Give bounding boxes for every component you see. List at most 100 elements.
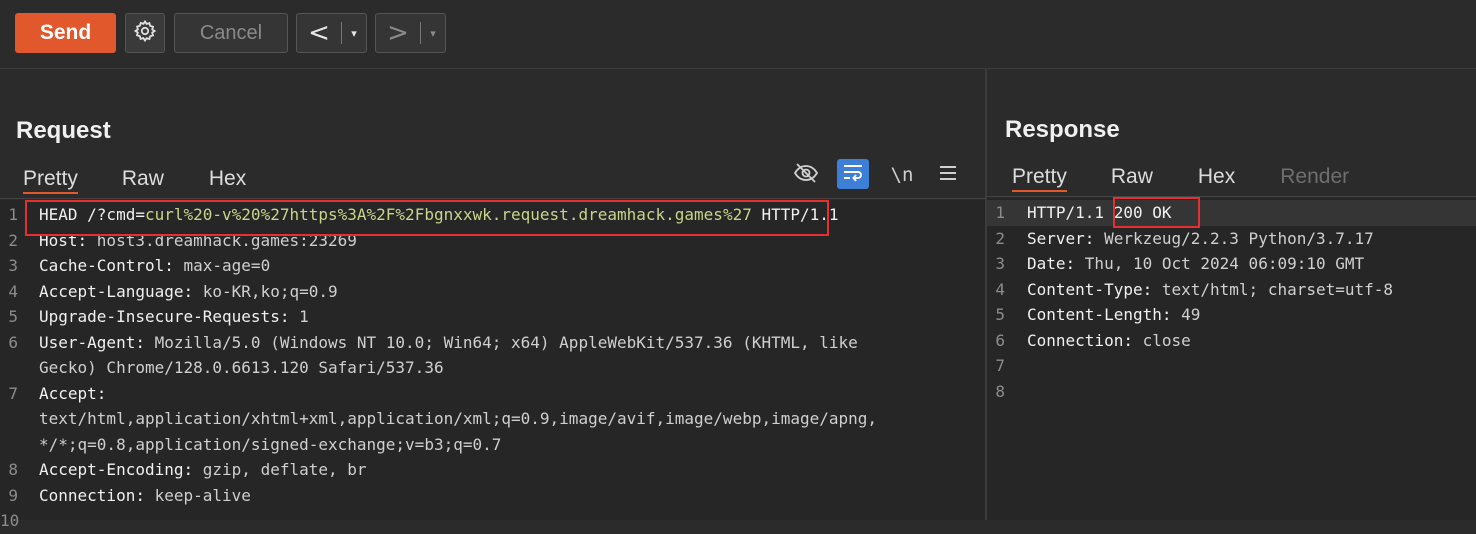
code-token: Gecko) Chrome/128.0.6613.120 Safari/537.… (39, 358, 444, 377)
line-number: 8 (995, 381, 1005, 401)
request-tabs: Pretty Raw Hex (23, 167, 246, 194)
divider (987, 196, 1476, 197)
menu-button[interactable] (933, 159, 963, 191)
code-token: User-Agent: (39, 332, 155, 352)
line-number: 9 (8, 485, 18, 505)
line-number: 3 (995, 254, 1005, 273)
response-editor[interactable]: 1 HTTP/1.1 200 OK 2 Server: Werkzeug/2.2.3 … (987, 198, 1476, 520)
code-token: curl%20-v%20%27https%3A%2F%2Fbgnxxwk.req… (144, 205, 752, 224)
code-token: HTTP/1.1 (751, 205, 839, 224)
tab-response-render[interactable]: Render (1280, 165, 1349, 192)
code-line: 1 HEAD /?cmd=curl%20-v%20%27https%3A%2F%2… (0, 202, 985, 228)
line-text: Accept-Language: ko-KR,ko;q=0.9 (39, 279, 338, 305)
back-nav-group: < ▾ (296, 13, 367, 53)
line-number (0, 355, 18, 381)
code-line: 2 Server: Werkzeug/2.2.3 Python/3.7.17 (987, 226, 1476, 252)
request-editor-tools: \n (790, 159, 970, 191)
code-line: text/html,application/xhtml+xml,applicat… (0, 406, 985, 432)
line-text: Connection: close (1027, 328, 1191, 354)
line-text: */*;q=0.8,application/signed-exchange;v=… (39, 432, 501, 458)
line-number: 7 (8, 383, 18, 403)
response-title: Response (1005, 116, 1120, 143)
request-code: 1 HEAD /?cmd=curl%20-v%20%27https%3A%2F%2… (0, 202, 985, 534)
line-text: HTTP/1.1 200 OK (1027, 200, 1172, 226)
forward-history-dropdown[interactable]: ▾ (421, 14, 445, 52)
code-token: 200 OK (1113, 203, 1172, 222)
wrap-lines-toggle[interactable] (837, 159, 869, 189)
line-number: 4 (8, 281, 18, 301)
hide-nonprintable-button[interactable] (790, 159, 822, 191)
tab-response-hex[interactable]: Hex (1198, 165, 1235, 192)
line-number: 7 (995, 356, 1005, 375)
show-newlines-toggle[interactable]: \n (887, 159, 917, 191)
code-token: close (1142, 330, 1191, 350)
tab-request-pretty[interactable]: Pretty (23, 167, 78, 194)
line-text: Accept-Encoding: gzip, deflate, br (39, 457, 367, 483)
line-text: Content-Type: text/html; charset=utf-8 (1027, 277, 1393, 303)
code-line: 5 Upgrade-Insecure-Requests: 1 (0, 304, 985, 330)
line-text: Connection: keep-alive (39, 483, 251, 509)
line-text: Gecko) Chrome/128.0.6613.120 Safari/537.… (39, 355, 444, 381)
code-token: Thu, 10 Oct 2024 06:09:10 GMT (1084, 254, 1365, 273)
code-line: 9 Connection: keep-alive (0, 483, 985, 509)
line-number: 8 (8, 460, 18, 479)
code-token: keep-alive (154, 485, 251, 505)
response-tabs: Pretty Raw Hex Render (1012, 165, 1349, 192)
code-token: text/html,application/xhtml+xml,applicat… (39, 409, 878, 428)
line-text: Content-Length: 49 (1027, 302, 1200, 328)
code-token: Host: (39, 230, 97, 250)
code-line: 7 Accept: (0, 381, 985, 407)
code-token: Upgrade-Insecure-Requests: (39, 307, 300, 326)
code-token: Connection: (39, 485, 155, 505)
code-token: Content-Length: (1027, 305, 1182, 324)
line-text: Cache-Control: max-age=0 (39, 253, 270, 279)
line-number: 1 (8, 205, 18, 224)
line-number: 5 (8, 307, 18, 326)
code-token: Werkzeug/2.2.3 Python/3.7.17 (1104, 228, 1374, 248)
request-editor[interactable]: 1 HEAD /?cmd=curl%20-v%20%27https%3A%2F%2… (0, 200, 985, 530)
line-number: 5 (995, 305, 1005, 324)
code-token: Content-Type: (1027, 279, 1162, 299)
send-button[interactable]: Send (15, 13, 116, 53)
tab-response-raw[interactable]: Raw (1111, 165, 1153, 192)
code-token: gzip, deflate, br (202, 460, 367, 479)
code-token: host3.dreamhack.games:23269 (96, 230, 357, 250)
hamburger-icon (938, 164, 958, 186)
line-text: Server: Werkzeug/2.2.3 Python/3.7.17 (1027, 226, 1374, 252)
line-text: Upgrade-Insecure-Requests: 1 (39, 304, 309, 330)
code-line: 3 Cache-Control: max-age=0 (0, 253, 985, 279)
eye-slash-icon (793, 162, 819, 188)
line-number (0, 432, 18, 458)
code-token: ko-KR,ko;q=0.9 (202, 281, 338, 301)
code-line: 6 User-Agent: Mozilla/5.0 (Windows NT 10.… (0, 330, 985, 356)
line-text: HEAD /?cmd=curl%20-v%20%27https%3A%2F%2F… (39, 202, 839, 228)
line-number: 6 (8, 332, 18, 352)
settings-button[interactable] (125, 13, 165, 53)
line-text: User-Agent: Mozilla/5.0 (Windows NT 10.0… (39, 330, 858, 356)
code-line: 10 (0, 508, 985, 534)
code-token: Connection: (1027, 330, 1143, 350)
tab-request-hex[interactable]: Hex (209, 167, 246, 194)
code-line: 2 Host: host3.dreamhack.games:23269 (0, 228, 985, 254)
back-button[interactable]: < (297, 14, 341, 52)
code-line: 7 (987, 353, 1476, 379)
request-title: Request (16, 117, 111, 144)
line-text: Host: host3.dreamhack.games:23269 (39, 228, 357, 254)
code-line: 3 Date: Thu, 10 Oct 2024 06:09:10 GMT (987, 251, 1476, 277)
code-line: 4 Accept-Language: ko-KR,ko;q=0.9 (0, 279, 985, 305)
line-number: 2 (8, 230, 18, 250)
forward-button[interactable]: > (376, 14, 420, 52)
cancel-button[interactable]: Cancel (174, 13, 288, 53)
line-text: Date: Thu, 10 Oct 2024 06:09:10 GMT (1027, 251, 1364, 277)
code-token: Accept: (39, 383, 107, 403)
tab-request-raw[interactable]: Raw (122, 167, 164, 194)
code-line: 1 HTTP/1.1 200 OK (987, 200, 1476, 226)
code-line: */*;q=0.8,application/signed-exchange;v=… (0, 432, 985, 458)
back-history-dropdown[interactable]: ▾ (342, 14, 366, 52)
code-line: 5 Content-Length: 49 (987, 302, 1476, 328)
toolbar: Send Cancel < ▾ > ▾ (0, 0, 1476, 69)
gear-icon (133, 19, 157, 47)
tab-response-pretty[interactable]: Pretty (1012, 165, 1067, 192)
code-token: text/html; charset=utf-8 (1161, 279, 1394, 299)
line-text: text/html,application/xhtml+xml,applicat… (39, 406, 877, 432)
